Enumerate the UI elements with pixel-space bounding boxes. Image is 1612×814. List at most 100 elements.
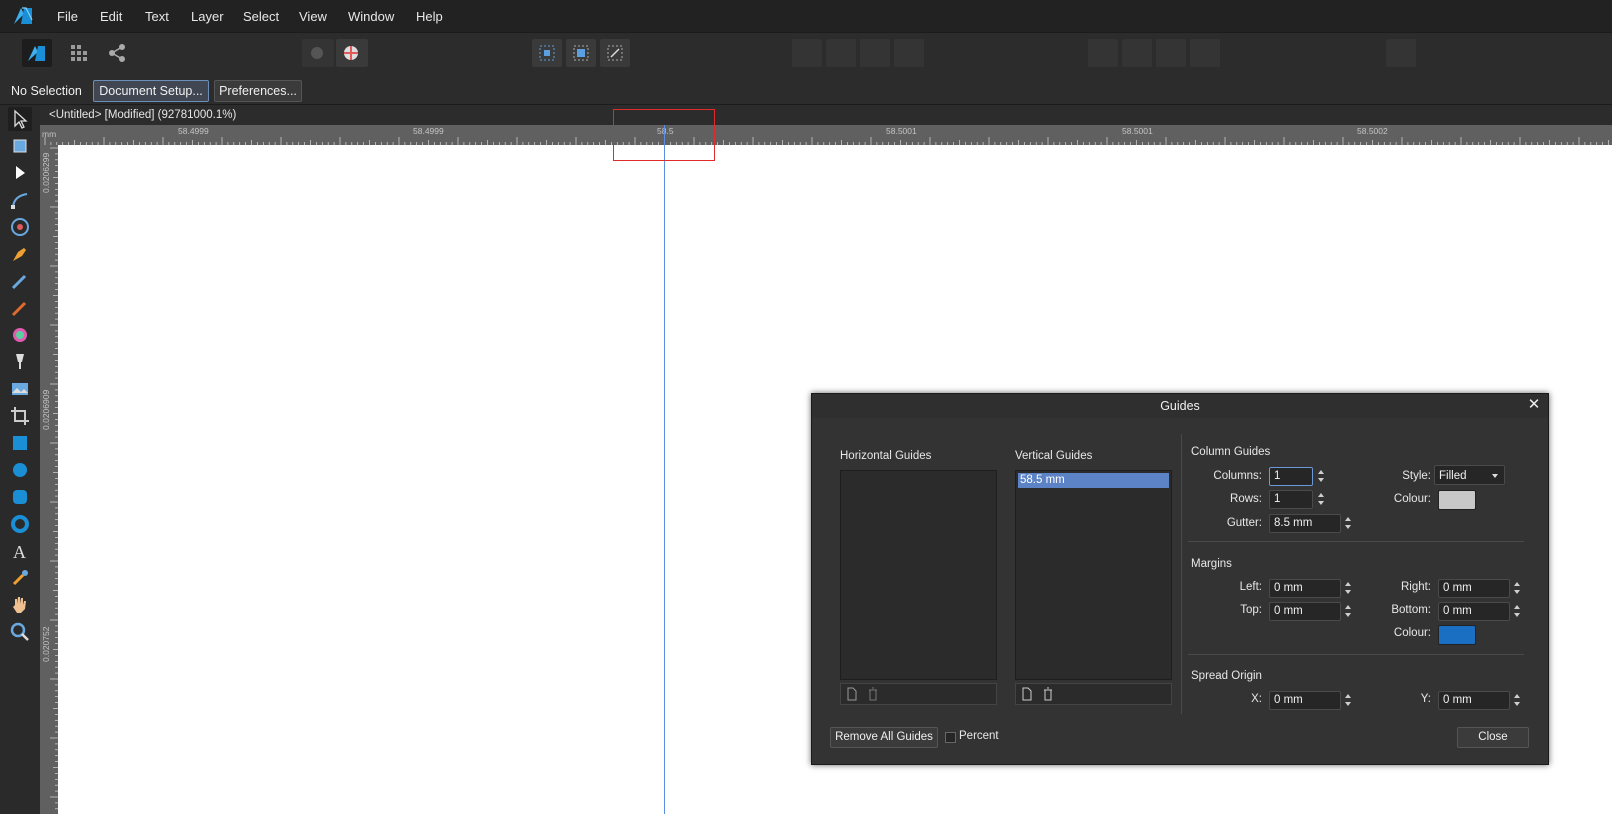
flip-vertical-button[interactable] (1122, 39, 1152, 67)
margin-right-label: Right: (1400, 581, 1431, 593)
margin-top-stepper[interactable] (1343, 602, 1353, 621)
vertical-guides-label: Vertical Guides (1015, 450, 1093, 462)
pen-tool-icon (13, 248, 26, 261)
rows-input[interactable] (1269, 490, 1313, 509)
colour-picker-tool[interactable] (8, 566, 32, 590)
origin-x-stepper[interactable] (1343, 691, 1353, 710)
snap-bounds-button[interactable] (600, 39, 630, 67)
dialog-titlebar[interactable]: Guides ✕ (812, 394, 1548, 418)
colour-picker-button[interactable] (336, 39, 368, 67)
gutter-stepper[interactable] (1343, 514, 1353, 533)
margin-left-input[interactable] (1269, 579, 1341, 598)
delete-guide-icon[interactable] (1042, 687, 1054, 701)
place-image-tool[interactable] (8, 377, 32, 401)
vertical-guide-item[interactable]: 58.5 mm (1018, 473, 1169, 488)
contour-tool[interactable] (8, 215, 32, 239)
horizontal-guides-list[interactable] (840, 470, 997, 680)
columns-input[interactable] (1269, 467, 1313, 486)
margin-bottom-input[interactable] (1438, 602, 1510, 621)
remove-all-guides-button[interactable]: Remove All Guides (830, 727, 938, 748)
document-tab[interactable]: <Untitled> [Modified] (92781000.1%) (40, 105, 1612, 125)
move-tool[interactable] (8, 107, 32, 131)
snap-grid-button[interactable] (532, 39, 562, 67)
vector-brush-tool[interactable] (8, 296, 32, 320)
preferences-button[interactable]: Preferences... (214, 80, 302, 102)
menu-select[interactable]: Select (243, 9, 279, 24)
menu-layer[interactable]: Layer (191, 9, 224, 24)
document-setup-button[interactable]: Document Setup... (93, 80, 209, 102)
menu-view[interactable]: View (299, 9, 327, 24)
percent-label: Percent (959, 730, 999, 742)
column-colour-swatch[interactable] (1438, 490, 1476, 510)
crop-tool[interactable] (8, 404, 32, 428)
rows-stepper[interactable] (1316, 490, 1326, 509)
boolean-xor-button[interactable] (894, 39, 924, 67)
close-button[interactable]: Close (1457, 727, 1529, 748)
transparency-tool[interactable] (8, 350, 32, 374)
flood-fill-button[interactable] (302, 39, 334, 67)
node-tool[interactable] (8, 161, 32, 185)
transparency-tool-icon (16, 354, 24, 369)
artboard-tool[interactable] (8, 134, 32, 158)
zoom-tool[interactable] (8, 620, 32, 644)
vertical-ruler[interactable]: 0.0206299 0.0206909 0.020752 (40, 145, 58, 814)
vertical-guides-list[interactable]: 58.5 mm (1015, 470, 1172, 680)
spread-origin-heading: Spread Origin (1191, 670, 1262, 682)
designer-persona-icon (28, 46, 45, 61)
rotate-right-button[interactable] (1190, 39, 1220, 67)
designer-persona-button[interactable] (22, 39, 52, 67)
node-tool-icon (16, 166, 25, 179)
menu-help[interactable]: Help (416, 9, 443, 24)
view-tool[interactable] (8, 593, 32, 617)
origin-x-input[interactable] (1269, 691, 1341, 710)
margin-right-stepper[interactable] (1512, 579, 1522, 598)
pixel-persona-button[interactable] (64, 39, 94, 67)
origin-y-input[interactable] (1438, 691, 1510, 710)
margin-bottom-stepper[interactable] (1512, 602, 1522, 621)
gutter-input[interactable] (1269, 514, 1341, 533)
boolean-subtract-button[interactable] (826, 39, 856, 67)
menu-file[interactable]: File (57, 9, 78, 24)
rounded-rectangle-tool[interactable] (8, 485, 32, 509)
rows-label: Rows: (1230, 493, 1262, 505)
margin-top-input[interactable] (1269, 602, 1341, 621)
boolean-intersect-button[interactable] (860, 39, 890, 67)
vertical-guide-line[interactable] (664, 125, 665, 814)
margin-left-stepper[interactable] (1343, 579, 1353, 598)
fill-tool[interactable] (8, 323, 32, 347)
origin-y-stepper[interactable] (1512, 691, 1522, 710)
pixel-persona-icon (71, 45, 87, 61)
margin-colour-swatch[interactable] (1438, 625, 1476, 645)
artistic-text-tool[interactable]: A (8, 539, 32, 563)
ellipse-tool[interactable] (8, 458, 32, 482)
column-colour-label: Colour: (1393, 493, 1431, 505)
rectangle-tool-icon (13, 436, 27, 450)
document-title: <Untitled> [Modified] (92781000.1%) (49, 109, 237, 121)
columns-stepper[interactable] (1316, 467, 1326, 486)
menu-text[interactable]: Text (145, 9, 169, 24)
align-button[interactable] (1386, 39, 1416, 67)
pencil-tool[interactable] (8, 269, 32, 293)
annotation-highlight-box (613, 109, 715, 161)
selection-status: No Selection (11, 84, 82, 98)
style-dropdown[interactable]: Filled (1434, 465, 1505, 485)
delete-guide-icon[interactable] (867, 687, 879, 701)
boolean-add-button[interactable] (792, 39, 822, 67)
donut-tool[interactable] (8, 512, 32, 536)
pen-tool[interactable] (8, 242, 32, 266)
margin-right-input[interactable] (1438, 579, 1510, 598)
corner-tool[interactable] (8, 188, 32, 212)
rotate-left-button[interactable] (1156, 39, 1186, 67)
percent-checkbox[interactable] (945, 732, 956, 743)
export-persona-button[interactable] (102, 39, 132, 67)
rectangle-tool[interactable] (8, 431, 32, 455)
horizontal-ruler[interactable]: mm 58.4999 58.4999 58.5 58.5001 58.5001 … (40, 125, 1612, 145)
close-icon[interactable]: ✕ (1526, 397, 1542, 413)
snap-center-button[interactable] (566, 39, 596, 67)
add-guide-icon[interactable] (846, 687, 858, 701)
flip-horizontal-button[interactable] (1088, 39, 1118, 67)
menu-window[interactable]: Window (348, 9, 394, 24)
menu-edit[interactable]: Edit (100, 9, 122, 24)
vector-brush-icon (11, 301, 27, 317)
add-guide-icon[interactable] (1021, 687, 1033, 701)
